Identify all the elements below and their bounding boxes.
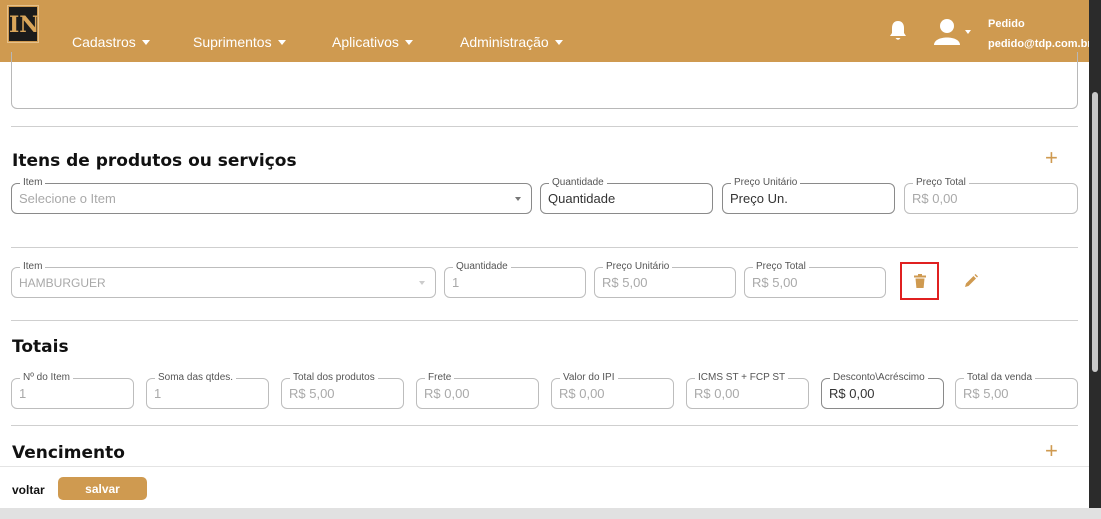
discount-input[interactable]: Desconto\Acréscimo R$ 0,00	[821, 372, 944, 409]
user-icon[interactable]	[934, 18, 974, 46]
nav-cadastros[interactable]: Cadastros	[72, 34, 150, 50]
scrollbar-thumb[interactable]	[1092, 92, 1098, 372]
nav-aplicativos[interactable]: Aplicativos	[332, 34, 413, 50]
nav-suprimentos[interactable]: Suprimentos	[193, 34, 286, 50]
trash-icon	[913, 274, 926, 288]
chevron-down-icon	[554, 39, 563, 45]
divider	[11, 126, 1078, 127]
section-title-vencimento: Vencimento	[12, 443, 125, 463]
section-title-itens: Itens de produtos ou serviços	[12, 151, 297, 171]
pencil-icon[interactable]	[962, 272, 980, 290]
section-title-totais: Totais	[12, 337, 69, 357]
divider	[11, 320, 1078, 321]
app: IN Cadastros Suprimentos Aplicativos Adm…	[0, 0, 1089, 508]
new-total-price-field: Preço Total R$ 0,00	[904, 177, 1078, 214]
footer-bar: voltar salvar	[0, 466, 1089, 508]
new-item-select[interactable]: Item Selecione o Item	[11, 177, 532, 214]
row-item-select: Item HAMBURGUER	[11, 261, 436, 298]
user-email: pedido@tdp.com.br	[988, 38, 1089, 50]
row-quantity-field: Quantidade 1	[444, 261, 586, 298]
total-products-field: Total dos produtos R$ 5,00	[281, 372, 404, 409]
new-quantity-input[interactable]: Quantidade Quantidade	[540, 177, 713, 214]
new-unit-price-input[interactable]: Preço Unitário Preço Un.	[722, 177, 895, 214]
freight-field: Frete R$ 0,00	[416, 372, 539, 409]
ipi-field: Valor do IPI R$ 0,00	[551, 372, 674, 409]
window-bottom-edge	[0, 508, 1101, 519]
logo-text: IN	[9, 12, 40, 38]
sale-total-field: Total da venda R$ 5,00	[955, 372, 1078, 409]
dropdown-arrow-icon	[419, 280, 425, 285]
observation-textarea[interactable]	[11, 52, 1078, 109]
dropdown-arrow-icon	[515, 196, 521, 201]
divider	[11, 247, 1078, 248]
chevron-down-icon	[277, 39, 286, 45]
delete-item-button[interactable]	[900, 262, 939, 300]
icms-st-field: ICMS ST + FCP ST R$ 0,00	[686, 372, 809, 409]
chevron-down-icon	[141, 39, 150, 45]
nav-administracao[interactable]: Administração	[460, 34, 563, 50]
chevron-down-icon	[404, 39, 413, 45]
row-total-price-field: Preço Total R$ 5,00	[744, 261, 886, 298]
logo[interactable]: IN	[7, 5, 40, 43]
add-installment-icon[interactable]: +	[1045, 440, 1058, 462]
save-button[interactable]: salvar	[58, 477, 147, 500]
add-item-icon[interactable]: +	[1045, 147, 1058, 169]
total-item-number-field: Nº do Item 1	[11, 372, 134, 409]
divider	[11, 425, 1078, 426]
user-name: Pedido	[988, 18, 1025, 30]
total-qty-sum-field: Soma das qtdes. 1	[146, 372, 269, 409]
bell-icon[interactable]	[888, 20, 908, 42]
row-unit-price-field: Preço Unitário R$ 5,00	[594, 261, 736, 298]
back-link[interactable]: voltar	[12, 483, 45, 497]
